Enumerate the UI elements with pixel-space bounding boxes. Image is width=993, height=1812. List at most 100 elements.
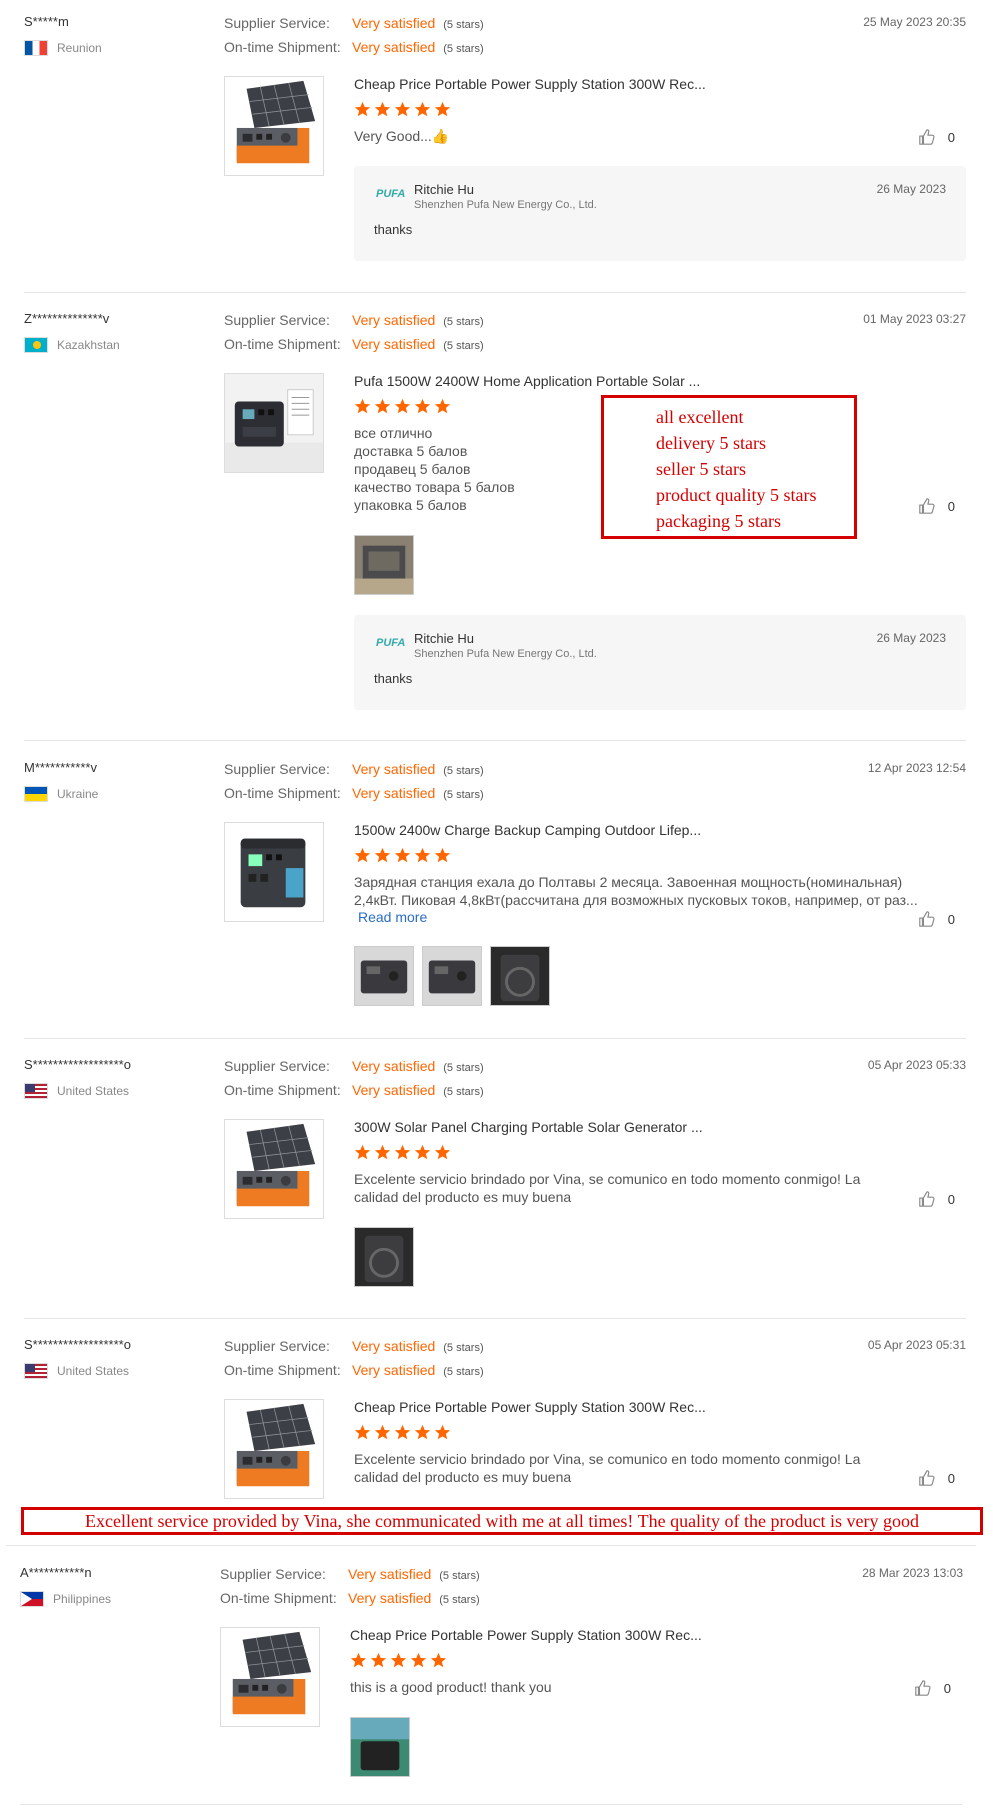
reviewer-name: S******************o — [24, 1337, 131, 1352]
review-date: 05 Apr 2023 05:33 — [867, 1058, 966, 1072]
ontime-shipment-label: On-time Shipment: — [224, 785, 341, 801]
supplier-service-label: Supplier Service: — [224, 1058, 330, 1074]
reply-author: Ritchie Hu — [414, 182, 474, 197]
flag-ukraine-icon — [24, 786, 48, 802]
rating-stars — [350, 1652, 447, 1669]
star-icon — [430, 1652, 447, 1669]
product-title-link[interactable]: Pufa 1500W 2400W Home Application Portab… — [354, 373, 700, 389]
star-icon — [394, 1424, 411, 1441]
supplier-service-label: Supplier Service: — [224, 761, 330, 777]
review-photo[interactable] — [354, 1227, 414, 1287]
star-icon — [434, 1424, 451, 1441]
review-date: 25 May 2023 20:35 — [863, 15, 966, 29]
reviewer-country: Ukraine — [24, 786, 98, 802]
ontime-shipment-rating: Very satisfied (5 stars) — [348, 1590, 480, 1606]
country-label: United States — [57, 1084, 130, 1098]
review-date: 12 Apr 2023 12:54 — [867, 761, 966, 775]
seller-reply: PUFA Ritchie Hu Shenzhen Pufa New Energy… — [354, 615, 966, 710]
star-icon — [350, 1652, 367, 1669]
like-button[interactable]: 0 — [914, 1679, 951, 1697]
thumbs-up-icon — [918, 497, 936, 515]
flag-philippines-icon — [20, 1591, 44, 1607]
product-thumbnail[interactable] — [224, 822, 324, 922]
ontime-shipment-label: On-time Shipment: — [224, 1082, 341, 1098]
review-photo[interactable] — [354, 535, 414, 595]
ontime-shipment-label: On-time Shipment: — [220, 1590, 337, 1606]
star-icon — [370, 1652, 387, 1669]
reviewer-country: United States — [24, 1363, 129, 1379]
rating-stars — [354, 1424, 451, 1441]
star-icon — [354, 1424, 371, 1441]
star-icon — [414, 398, 431, 415]
read-more-link[interactable]: Read more — [358, 909, 427, 925]
supplier-service-rating: Very satisfied (5 stars) — [352, 312, 484, 328]
reply-date: 26 May 2023 — [876, 182, 946, 196]
flag-usa-icon — [24, 1083, 48, 1099]
like-button[interactable]: 0 — [918, 497, 955, 515]
supplier-service-rating: Very satisfied (5 stars) — [352, 1058, 484, 1074]
country-label: Reunion — [57, 41, 102, 55]
product-title-link[interactable]: Cheap Price Portable Power Supply Statio… — [350, 1627, 702, 1643]
thumbs-up-icon — [918, 1469, 936, 1487]
product-title-link[interactable]: Cheap Price Portable Power Supply Statio… — [354, 1399, 706, 1415]
star-icon — [394, 847, 411, 864]
review-photo[interactable] — [350, 1717, 410, 1777]
star-icon — [434, 847, 451, 864]
reply-text: thanks — [374, 671, 413, 686]
product-title-link[interactable]: Cheap Price Portable Power Supply Statio… — [354, 76, 706, 92]
like-button[interactable]: 0 — [918, 1469, 955, 1487]
reviewer-country: United States — [24, 1083, 129, 1099]
reply-author: Ritchie Hu — [414, 631, 474, 646]
product-thumbnail[interactable] — [224, 373, 324, 473]
thumbs-up-icon — [918, 1190, 936, 1208]
like-button[interactable]: 0 — [918, 910, 955, 928]
ontime-shipment-label: On-time Shipment: — [224, 336, 341, 352]
like-button[interactable]: 0 — [918, 1190, 955, 1208]
product-thumbnail[interactable] — [224, 76, 324, 176]
reply-company: Shenzhen Pufa New Energy Co., Ltd. — [414, 199, 597, 211]
supplier-service-label: Supplier Service: — [220, 1566, 326, 1582]
supplier-service-label: Supplier Service: — [224, 312, 330, 328]
product-thumbnail[interactable] — [224, 1119, 324, 1219]
star-icon — [354, 847, 371, 864]
reply-text: thanks — [374, 222, 413, 237]
thumbs-up-icon — [914, 1679, 932, 1697]
review-photo[interactable] — [422, 946, 482, 1006]
country-label: United States — [57, 1364, 130, 1378]
star-icon — [434, 398, 451, 415]
product-thumbnail[interactable] — [224, 1399, 324, 1499]
review-text: Excelente servicio brindado por Vina, se… — [354, 1451, 861, 1485]
review-photo[interactable] — [490, 946, 550, 1006]
star-icon — [434, 101, 451, 118]
divider — [6, 1545, 976, 1546]
star-icon — [394, 398, 411, 415]
product-thumbnail[interactable] — [220, 1627, 320, 1727]
like-button[interactable]: 0 — [918, 128, 955, 146]
like-count: 0 — [943, 1680, 951, 1696]
reply-date: 26 May 2023 — [876, 631, 946, 645]
review-text: Зарядная станция ехала до Полтавы 2 меся… — [354, 874, 918, 908]
divider — [20, 1804, 962, 1805]
reviewer-name: Z**************v — [24, 311, 110, 326]
review-photo[interactable] — [354, 946, 414, 1006]
review-text: все отлично доставка 5 балов продавец 5 … — [354, 425, 515, 513]
star-icon — [374, 847, 391, 864]
thumbs-up-icon — [918, 910, 936, 928]
ontime-shipment-rating: Very satisfied (5 stars) — [352, 1082, 484, 1098]
ontime-shipment-label: On-time Shipment: — [224, 1362, 341, 1378]
star-icon — [394, 1144, 411, 1161]
like-count: 0 — [947, 911, 955, 927]
rating-stars — [354, 398, 451, 415]
like-count: 0 — [947, 498, 955, 514]
star-icon — [354, 101, 371, 118]
product-title-link[interactable]: 1500w 2400w Charge Backup Camping Outdoo… — [354, 822, 701, 838]
translation-annotation-banner: Excellent service provided by Vina, she … — [21, 1507, 983, 1535]
review-date: 01 May 2023 03:27 — [863, 312, 966, 326]
seller-reply: PUFA Ritchie Hu Shenzhen Pufa New Energy… — [354, 166, 966, 261]
product-title-link[interactable]: 300W Solar Panel Charging Portable Solar… — [354, 1119, 703, 1135]
star-icon — [354, 1144, 371, 1161]
like-count: 0 — [947, 1470, 955, 1486]
like-count: 0 — [947, 129, 955, 145]
thumbs-up-icon — [918, 128, 936, 146]
star-icon — [374, 398, 391, 415]
